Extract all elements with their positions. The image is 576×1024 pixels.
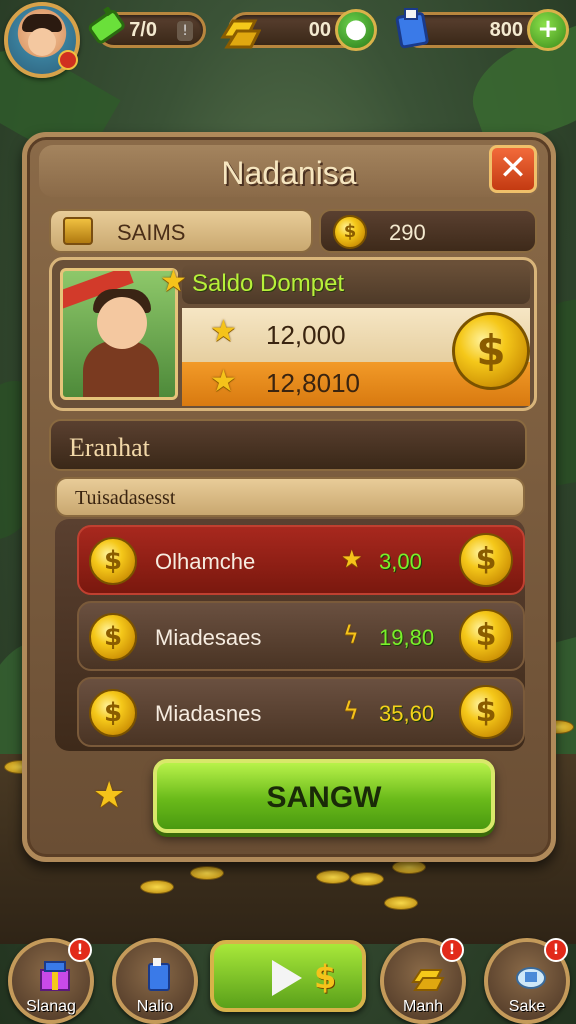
gold-value: 00 (308, 19, 331, 41)
dollar-icon: $ (314, 958, 337, 996)
item-price: 3,00 (379, 549, 422, 574)
gold-bar-icon (411, 969, 445, 991)
top-hud: 7/0 ! 00 ● 800 + (0, 0, 576, 78)
bolt-icon: ϟ (343, 697, 359, 725)
nav-item-inventory[interactable]: Nalio (112, 938, 198, 1024)
notification-badge: ! (68, 938, 92, 962)
notification-badge: ! (544, 938, 568, 962)
wallet-amount-1: 12,000 (266, 320, 346, 350)
bolt-icon: ϟ (343, 621, 359, 649)
dollar-coin-icon: $ (459, 609, 513, 663)
star-icon: ★ (210, 314, 237, 349)
list-item[interactable]: $ Miadesaes ϟ 19,80 $ (77, 601, 525, 671)
dollar-coin-icon: $ (89, 537, 137, 585)
star-icon: ★ (160, 264, 187, 299)
play-button[interactable]: $ (210, 940, 366, 1012)
nav-item-market[interactable]: ! Manh (380, 938, 466, 1024)
buy-button-label: SANGW (266, 781, 382, 814)
chest-icon (63, 217, 93, 245)
summary-coin-bar: $ 290 (319, 209, 537, 253)
star-icon: ★ (341, 545, 363, 573)
gems-value: 800 (489, 19, 523, 41)
item-list: $ Olhamche ★ 3,00 $ $ Miadesaes ϟ 19,80 … (55, 519, 525, 751)
dollar-coin-icon: $ (459, 533, 513, 587)
dollar-coin-icon: $ (89, 613, 137, 661)
dollar-coin-icon: $ (333, 215, 367, 249)
energy-counter[interactable]: 7/0 ! (88, 7, 206, 48)
nav-item-label: Manh (402, 998, 444, 1015)
star-icon: ★ (93, 775, 126, 816)
item-name: Miadesaes (155, 625, 262, 650)
gem-box-icon (395, 8, 429, 49)
wallet-title: Saldo Dompet (192, 270, 345, 297)
globe-icon: ● (344, 14, 368, 44)
dollar-coin-icon: $ (459, 685, 513, 739)
item-price: 35,60 (379, 701, 435, 726)
energy-slot-icon: ! (177, 21, 193, 41)
nav-item-save[interactable]: ! Sake (484, 938, 570, 1024)
player-avatar[interactable] (4, 2, 80, 78)
big-dollar-coin-icon: $ (452, 312, 530, 390)
section-subheading: Tuisadasesst (75, 487, 176, 509)
wallet-amount-2: 12,8010 (266, 368, 360, 398)
gem-box-icon (148, 958, 170, 991)
bottom-nav: ! Slanag Nalio $ ! Manh ! Sake (0, 928, 576, 1024)
item-name: Olhamche (155, 549, 256, 574)
close-icon: ✕ (498, 148, 528, 188)
gold-bar-icon (220, 19, 261, 49)
item-price: 19,80 (379, 625, 435, 650)
gift-box-icon (40, 961, 70, 991)
summary-label: SAIMS (117, 220, 186, 245)
star-icon: ★ (210, 364, 237, 399)
add-gold-button[interactable]: ● (335, 9, 377, 51)
notification-badge: ! (440, 938, 464, 962)
item-name: Miadasnes (155, 701, 262, 726)
avatar-badge-icon (58, 50, 78, 70)
wallet-dialog: Nadanisa ✕ SAIMS $ 290 ★ Saldo Dompet ★ … (22, 132, 556, 862)
summary-coin-value: 290 (389, 220, 426, 245)
section-header: Eranhat (49, 419, 527, 471)
gold-counter[interactable]: 00 ● (220, 9, 377, 51)
close-button[interactable]: ✕ (489, 145, 537, 193)
plus-icon: + (537, 14, 559, 44)
nav-item-label: Nalio (136, 998, 174, 1015)
list-item[interactable]: $ Olhamche ★ 3,00 $ (77, 525, 525, 595)
play-icon (272, 960, 302, 996)
section-heading: Eranhat (69, 433, 150, 462)
dialog-title: Nadanisa (221, 155, 357, 191)
wallet-card: ★ Saldo Dompet ★ 12,000 ★ 12,8010 $ (49, 257, 537, 411)
nav-item-shop[interactable]: ! Slanag (8, 938, 94, 1024)
buy-button[interactable]: SANGW (153, 759, 495, 833)
summary-label-bar: SAIMS (49, 209, 313, 253)
cloud-save-icon (516, 967, 546, 989)
nav-item-label: Slanag (26, 998, 76, 1015)
battery-icon (88, 7, 125, 44)
gems-counter[interactable]: 800 + (395, 8, 569, 51)
energy-value: 7/0 (129, 19, 157, 41)
dollar-coin-icon: $ (89, 689, 137, 737)
nav-item-label: Sake (508, 998, 546, 1015)
section-subheader: Tuisadasesst (55, 477, 525, 517)
add-gems-button[interactable]: + (527, 9, 569, 51)
list-item[interactable]: $ Miadasnes ϟ 35,60 $ (77, 677, 525, 747)
